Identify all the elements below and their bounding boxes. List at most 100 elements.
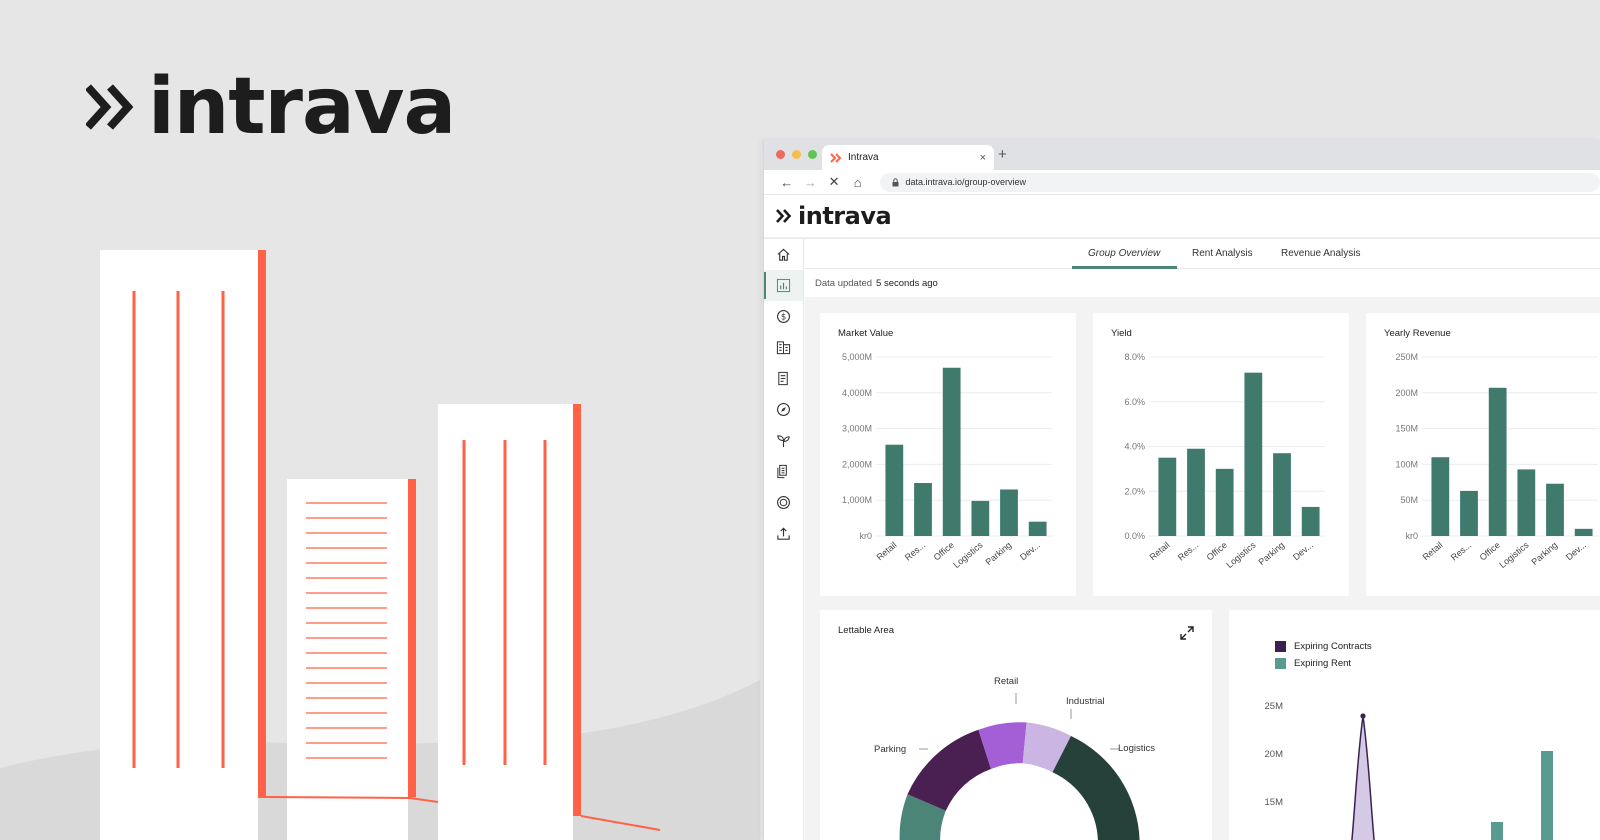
bar-2[interactable] xyxy=(1488,387,1507,536)
x-tick-label: Logistics xyxy=(951,540,985,570)
sidebar-item-documents[interactable] xyxy=(764,456,803,487)
y-tick-15M: 15M xyxy=(1265,797,1284,808)
minimize-window-button[interactable] xyxy=(792,150,801,159)
close-window-button[interactable] xyxy=(776,150,785,159)
y-tick-label: 2.0% xyxy=(1124,486,1145,496)
close-tab-icon[interactable]: × xyxy=(980,152,986,164)
x-tick-label: Res... xyxy=(1449,540,1473,563)
url-field[interactable]: data.intrava.io/group-overview xyxy=(880,172,1600,192)
pie-label-logistics: Logistics xyxy=(1118,743,1155,754)
view-tabs: Group Overview Rent Analysis Revenue Ana… xyxy=(805,239,1600,269)
bar-5[interactable] xyxy=(1574,528,1593,536)
plant-icon xyxy=(777,435,790,448)
pie-label-industrial: Industrial xyxy=(1066,696,1105,707)
home-icon xyxy=(777,248,790,261)
yearly-revenue-card: Yearly Revenue kr0 50M 100M 150M 200M 250M Ret… xyxy=(1366,313,1600,596)
expiring-card: Expiring Contracts Expiring Rent 15M 20M… xyxy=(1229,610,1600,840)
bar-0[interactable] xyxy=(885,444,904,536)
bar-1[interactable] xyxy=(1187,448,1205,536)
url-text: data.intrava.io/group-overview xyxy=(905,177,1027,187)
window-controls xyxy=(776,150,817,159)
sidebar-item-upload[interactable] xyxy=(764,518,803,549)
bar-0[interactable] xyxy=(1158,457,1177,536)
market-value-card: Market Value kr0 1,000M 2,000M 3,000M 4,000M… xyxy=(820,313,1076,596)
yearly-revenue-chart: kr0 50M 100M 150M 200M 250M Retail Res... Office… xyxy=(1395,352,1598,570)
new-tab-button[interactable]: + xyxy=(998,146,1007,163)
expiring-chart: 15M 20M 25M xyxy=(1265,701,1553,840)
expiring-rent-bar xyxy=(1541,751,1553,840)
browser-tabbar: Intrava × + xyxy=(764,140,1600,170)
bar-4[interactable] xyxy=(1546,483,1564,536)
sidebar-item-certificates[interactable] xyxy=(764,487,803,518)
forward-icon[interactable]: → xyxy=(804,175,818,190)
lettable-area-card: Lettable Area Parking Retail Industrial … xyxy=(820,610,1212,840)
maximize-window-button[interactable] xyxy=(808,150,817,159)
main-content: Group Overview Rent Analysis Revenue Ana… xyxy=(805,239,1600,840)
sidebar: $ xyxy=(764,239,804,840)
bar-5[interactable] xyxy=(1301,506,1320,536)
tab-revenue-analysis[interactable]: Revenue Analysis xyxy=(1281,248,1361,259)
bar-1[interactable] xyxy=(1460,490,1478,536)
expiring-rent-bar-small xyxy=(1491,822,1503,840)
lettable-area-chart: Parking Retail Industrial Logistics xyxy=(874,676,1155,840)
bar-3[interactable] xyxy=(971,500,990,536)
address-bar: ← → ✕ ⌂ data.intrava.io/group-overview xyxy=(764,170,1600,195)
x-tick-label: Parking xyxy=(1529,540,1559,567)
sidebar-item-sustainability[interactable] xyxy=(764,425,803,456)
back-icon[interactable]: ← xyxy=(780,175,794,190)
tab-group-overview[interactable]: Group Overview xyxy=(1088,248,1160,259)
bar-4[interactable] xyxy=(1273,453,1291,536)
badge-icon xyxy=(777,496,790,509)
bar-3[interactable] xyxy=(1517,469,1536,536)
pie-slice-purple-dark xyxy=(907,729,991,811)
x-tick-label: Retail xyxy=(1421,540,1445,562)
sidebar-item-properties[interactable] xyxy=(764,332,803,363)
bar-4[interactable] xyxy=(1000,489,1018,536)
sidebar-item-revenue[interactable]: $ xyxy=(764,301,803,332)
x-tick-label: Dev... xyxy=(1564,540,1588,562)
brand-chevrons-icon xyxy=(776,209,792,223)
x-tick-label: Parking xyxy=(1256,540,1286,567)
y-tick-label: kr0 xyxy=(859,531,872,541)
browser-tab[interactable]: Intrava × xyxy=(822,145,994,170)
bar-5[interactable] xyxy=(1028,521,1047,536)
sidebar-item-overview[interactable] xyxy=(764,270,803,301)
home-nav-icon[interactable]: ⌂ xyxy=(851,175,865,190)
sidebar-item-explore[interactable] xyxy=(764,394,803,425)
x-tick-label: Office xyxy=(1478,540,1502,563)
bar-0[interactable] xyxy=(1431,457,1450,536)
y-tick-label: 0.0% xyxy=(1124,531,1145,541)
y-tick-label: kr0 xyxy=(1405,531,1418,541)
bar-2[interactable] xyxy=(1215,468,1234,536)
active-tab-indicator xyxy=(1072,266,1177,269)
lock-icon xyxy=(892,177,899,186)
y-tick-label: 250M xyxy=(1395,352,1418,362)
stop-icon[interactable]: ✕ xyxy=(827,174,841,190)
app-brand: intrava xyxy=(798,202,892,230)
compass-icon xyxy=(777,403,790,416)
x-tick-label: Logistics xyxy=(1224,540,1258,570)
y-tick-label: 200M xyxy=(1395,388,1418,398)
x-tick-label: Retail xyxy=(875,540,899,562)
y-tick-label: 150M xyxy=(1395,424,1418,434)
y-tick-label: 3,000M xyxy=(842,424,872,434)
bar-3[interactable] xyxy=(1244,372,1263,536)
x-tick-label: Logistics xyxy=(1497,540,1531,570)
tab-title: Intrava xyxy=(848,152,879,163)
x-tick-label: Retail xyxy=(1148,540,1172,562)
bar-2[interactable] xyxy=(942,367,961,536)
dollar-icon: $ xyxy=(777,310,790,323)
market-value-chart: kr0 1,000M 2,000M 3,000M 4,000M 5,000M Retail R… xyxy=(842,352,1052,570)
report-icon xyxy=(778,371,788,386)
y-tick-25M: 25M xyxy=(1265,701,1284,712)
sidebar-item-home[interactable] xyxy=(764,239,803,270)
sidebar-item-reports[interactable] xyxy=(764,363,803,394)
tab-rent-analysis[interactable]: Rent Analysis xyxy=(1192,248,1253,259)
favicon-icon xyxy=(830,152,842,163)
y-tick-label: 4,000M xyxy=(842,388,872,398)
x-tick-label: Parking xyxy=(983,540,1013,567)
bar-1[interactable] xyxy=(914,483,932,536)
buildings-icon xyxy=(776,341,791,355)
x-tick-label: Res... xyxy=(903,540,927,563)
updated-value: 5 seconds ago xyxy=(876,277,938,289)
